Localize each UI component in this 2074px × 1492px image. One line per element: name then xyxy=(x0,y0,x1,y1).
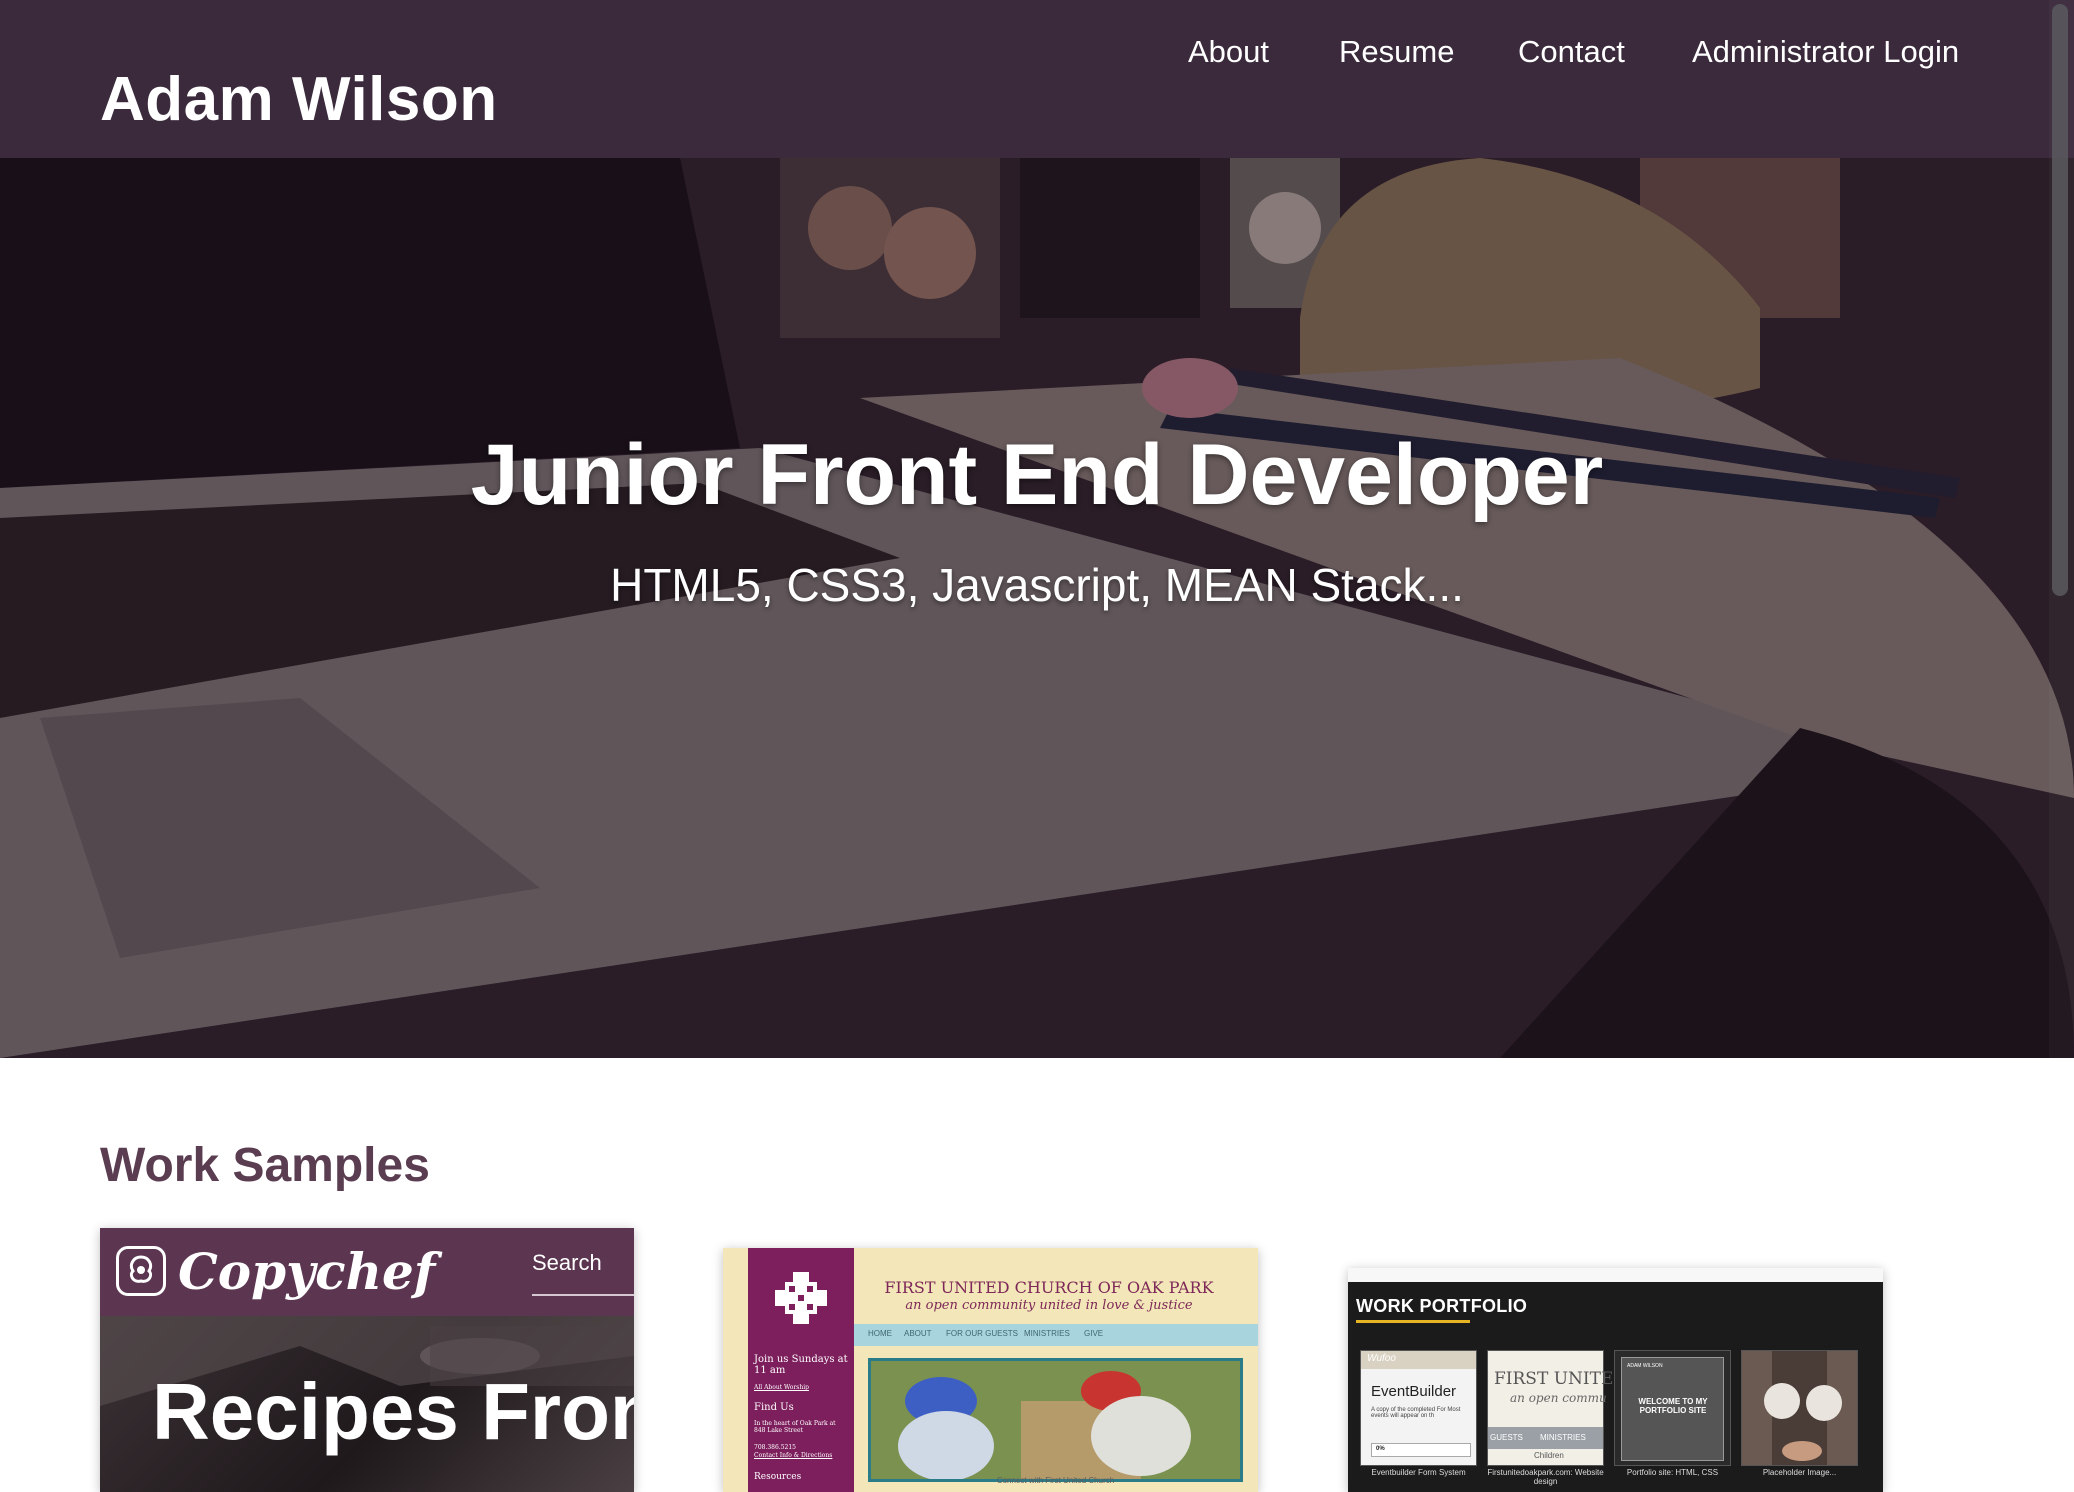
nav-link-about[interactable]: About xyxy=(1188,34,1269,70)
eventbuilder-note: A copy of the completed For Most events … xyxy=(1371,1407,1461,1419)
church-caption: Connect with First United Church xyxy=(996,1476,1115,1485)
portfolio-title: WORK PORTFOLIO xyxy=(1356,1296,1528,1316)
portfolio-thumb-first-united[interactable]: FIRST UNITED an open commu GUESTS MINIST… xyxy=(1487,1350,1627,1466)
church-nav-about: ABOUT xyxy=(904,1329,932,1338)
church-subtitle: an open community united in love & justi… xyxy=(905,1298,1193,1313)
nav-link-contact[interactable]: Contact xyxy=(1518,34,1625,70)
church-nav-ministries: MINISTRIES xyxy=(1024,1329,1070,1338)
scrollbar-thumb[interactable] xyxy=(2052,4,2068,596)
site-header: Adam Wilson About Resume Contact Adminis… xyxy=(0,0,2074,158)
eventbuilder-label: EventBuilder xyxy=(1371,1383,1457,1400)
church-sidebar-link-contact: Contact Info & Directions xyxy=(754,1452,833,1459)
portfolio-caption-first-united: Firstunitedoakpark.com: Website design xyxy=(1487,1468,1604,1486)
church-nav-give: GIVE xyxy=(1084,1329,1104,1338)
eventbuilder-progress-bar: 0% xyxy=(1371,1443,1471,1457)
hero-banner: Junior Front End Developer HTML5, CSS3, … xyxy=(0,158,2074,1058)
portfolio-thumb-portfolio-site[interactable]: ADAM WILSON WELCOME TO MY PORTFOLIO SITE xyxy=(1614,1350,1731,1466)
placeholder-image xyxy=(1742,1351,1857,1465)
site-brand[interactable]: Adam Wilson xyxy=(100,64,498,135)
eventbuilder-badge: Wufoo xyxy=(1367,1353,1396,1364)
church-nav-guests: FOR OUR GUESTS xyxy=(946,1329,1019,1338)
portfolio-site-thumb-label: WELCOME TO MY PORTFOLIO SITE xyxy=(1638,1397,1708,1415)
church-sidebar-address: In the heart of Oak Park at 848 Lake Str… xyxy=(754,1420,836,1434)
church-sidebar-link-worship: All About Worship xyxy=(754,1384,809,1391)
portfolio-site-thumb-brand: ADAM WILSON xyxy=(1627,1363,1663,1369)
church-photo xyxy=(868,1358,1243,1482)
portfolio-title-underline xyxy=(1356,1320,1470,1323)
copychef-header: Copychef Search xyxy=(100,1228,634,1316)
copychef-logo-text: Copychef xyxy=(178,1242,436,1301)
work-sample-card-portfolio[interactable]: WORK PORTFOLIO Wufoo EventBuilder A copy… xyxy=(1348,1268,1883,1492)
hero-subtitle: HTML5, CSS3, Javascript, MEAN Stack... xyxy=(610,559,1464,611)
portfolio-thumb-placeholder[interactable] xyxy=(1741,1350,1858,1466)
church-nav: HOME ABOUT FOR OUR GUESTS MINISTRIES GIV… xyxy=(854,1324,1258,1346)
church-sidebar-find-us: Find Us xyxy=(754,1402,794,1413)
work-samples-heading: Work Samples xyxy=(100,1139,430,1192)
church-nav-home: HOME xyxy=(868,1329,892,1338)
portfolio-caption-portfolio-site: Portfolio site: HTML, CSS xyxy=(1626,1468,1719,1477)
portfolio-top-bar xyxy=(1348,1268,1883,1282)
first-united-thumb-label: FIRST UNITED xyxy=(1494,1369,1627,1389)
nav-link-admin-login[interactable]: Administrator Login xyxy=(1692,34,1959,70)
copychef-logo-icon xyxy=(116,1246,166,1296)
church-sidebar-worship: Join us Sundays at 11 am xyxy=(754,1354,848,1376)
church-logo-icon xyxy=(775,1272,827,1324)
church-sidebar-resources: Resources xyxy=(754,1472,802,1482)
church-title: FIRST UNITED CHURCH OF OAK PARK xyxy=(884,1278,1214,1297)
copychef-headline: Recipes Fron xyxy=(152,1367,634,1456)
copychef-search-underline xyxy=(532,1294,634,1296)
eventbuilder-progress-label: 0% xyxy=(1376,1446,1385,1452)
portfolio-caption-placeholder: Placeholder Image... xyxy=(1762,1468,1837,1477)
copychef-search-label: Search xyxy=(532,1250,602,1275)
portfolio-thumb-eventbuilder[interactable]: Wufoo EventBuilder A copy of the complet… xyxy=(1360,1350,1477,1466)
hero-title: Junior Front End Developer xyxy=(470,427,1604,523)
nav-link-resume[interactable]: Resume xyxy=(1339,34,1454,70)
first-united-thumb-tab-guests: GUESTS xyxy=(1490,1433,1523,1442)
first-united-thumb-sub: Children xyxy=(1534,1451,1564,1460)
first-united-thumb-tab-ministries: MINISTRIES xyxy=(1540,1433,1586,1442)
church-sidebar-phone: 708.386.5215 xyxy=(754,1444,796,1451)
first-united-thumb-note: an open commu xyxy=(1510,1391,1607,1405)
portfolio-caption-eventbuilder: Eventbuilder Form System xyxy=(1371,1468,1466,1477)
work-sample-card-church[interactable]: FIRST UNITED CHURCH OF OAK PARK an open … xyxy=(723,1248,1258,1492)
